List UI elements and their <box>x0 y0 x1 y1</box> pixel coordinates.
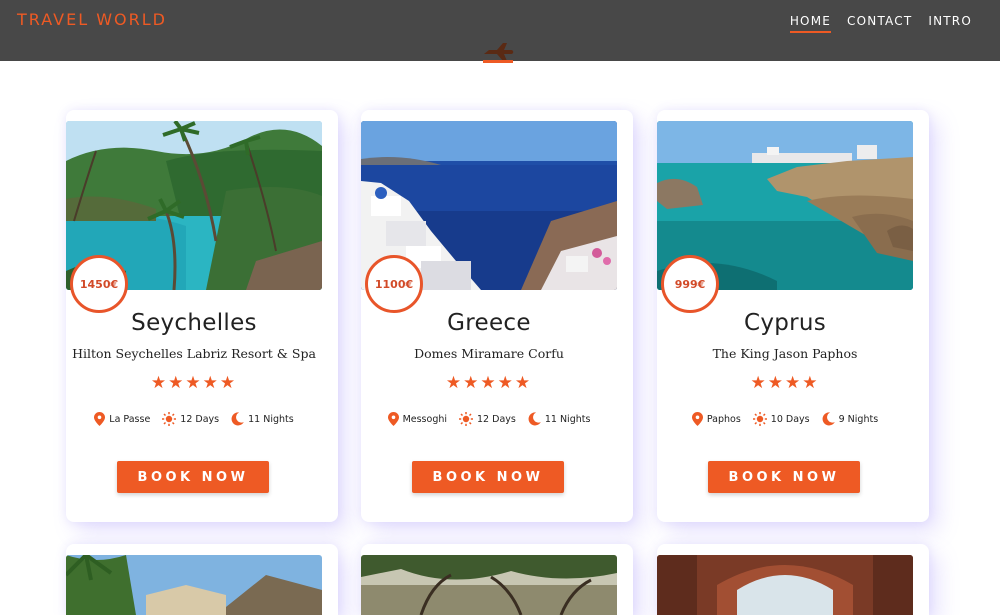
map-pin-icon <box>387 412 399 426</box>
sun-icon <box>459 412 474 426</box>
hotel-name: Domes Miramare Corfu <box>414 346 564 361</box>
nights-detail: 11 Nights <box>231 412 294 426</box>
destination-title: Seychelles <box>131 310 257 336</box>
days-label: 10 Days <box>770 413 810 425</box>
moon-icon <box>822 412 835 426</box>
book-now-button[interactable]: BOOK NOW <box>117 461 269 493</box>
tour-photo <box>361 555 617 615</box>
days-label: 12 Days <box>477 413 516 425</box>
location-detail: Messoghi <box>387 412 448 426</box>
tour-card-cyprus: 999€ Cyprus The King Jason Paphos ★★★★ P… <box>657 110 929 522</box>
sun-icon <box>752 412 767 426</box>
destination-title: Cyprus <box>743 310 827 336</box>
price-badge: 1100€ <box>365 255 423 313</box>
days-detail: 12 Days <box>162 412 219 426</box>
book-now-button[interactable]: BOOK NOW <box>412 461 564 493</box>
rating-stars: ★★★★ <box>750 373 820 393</box>
map-pin-icon <box>691 412 703 426</box>
tour-photo <box>657 555 913 615</box>
trip-details: La Passe 12 Days 11 Nights <box>66 412 322 426</box>
nights-detail: 11 Nights <box>528 412 591 426</box>
location-detail: Paphos <box>691 412 741 426</box>
title-underline <box>483 60 513 63</box>
moon-icon <box>231 412 244 426</box>
rating-stars: ★★★★★ <box>150 373 238 393</box>
book-now-button[interactable]: BOOK NOW <box>708 461 860 493</box>
tour-card-row2-3 <box>657 544 929 615</box>
map-pin-icon <box>94 412 106 426</box>
price-badge: 1450€ <box>70 255 128 313</box>
location-label: Paphos <box>706 413 741 425</box>
location-detail: La Passe <box>94 412 150 426</box>
days-label: 12 Days <box>180 413 220 425</box>
destination-title: Greece <box>447 310 531 336</box>
rating-stars: ★★★★★ <box>445 373 533 393</box>
moon-icon <box>528 412 541 426</box>
nights-label: 11 Nights <box>248 413 294 425</box>
trip-details: Paphos 10 Days 9 Nights <box>657 412 913 426</box>
nav-home-link[interactable]: HOME <box>789 14 832 33</box>
days-detail: 10 Days <box>752 412 810 426</box>
nav-contact-link[interactable]: CONTACT <box>847 14 912 33</box>
nights-label: 9 Nights <box>838 413 879 425</box>
location-label: La Passe <box>109 413 151 425</box>
price-badge: 999€ <box>661 255 719 313</box>
location-label: Messoghi <box>402 413 448 425</box>
tour-card-seychelles: 1450€ Seychelles Hilton Seychelles Labri… <box>66 110 338 522</box>
hotel-name: The King Jason Paphos <box>712 346 858 361</box>
tour-card-row2-1 <box>66 544 338 615</box>
nights-detail: 9 Nights <box>822 412 879 426</box>
trip-details: Messoghi 12 Days 11 Nights <box>361 412 617 426</box>
tour-photo <box>66 555 322 615</box>
nav-intro-link[interactable]: INTRO <box>928 14 972 33</box>
hotel-name: Hilton Seychelles Labriz Resort & Spa <box>72 346 316 361</box>
brand-logo-text[interactable]: TRAVEL WORLD <box>17 10 167 29</box>
tour-card-greece: 1100€ Greece Domes Miramare Corfu ★★★★★ … <box>361 110 633 522</box>
tour-card-row2-2 <box>361 544 633 615</box>
sun-icon <box>162 412 177 426</box>
nights-label: 11 Nights <box>544 413 591 425</box>
days-detail: 12 Days <box>459 412 516 426</box>
main-nav: HOME CONTACT INTRO <box>789 14 972 33</box>
